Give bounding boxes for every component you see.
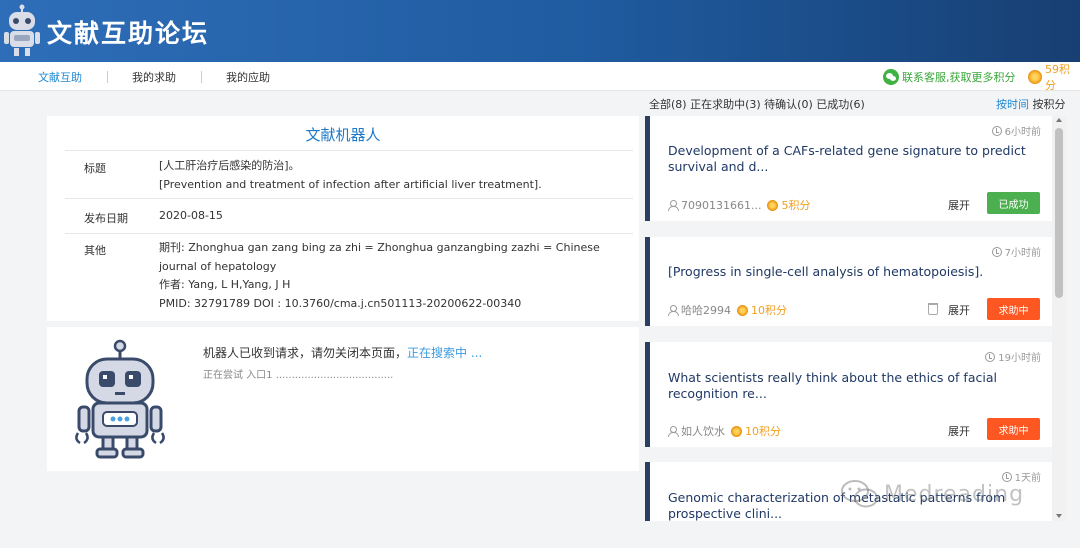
trash-icon[interactable] (928, 303, 938, 315)
wechat-watermark-icon (841, 480, 878, 508)
list-scrollbar[interactable] (1052, 116, 1066, 521)
watermark-text: Medreading (884, 481, 1025, 507)
sort-options: 按时间 按积分 (996, 96, 1066, 112)
nav-tab-literature-help[interactable]: 文献互助 (38, 69, 82, 85)
divider (65, 150, 633, 151)
robot-status-card: 机器人已收到请求，请勿关闭本页面，正在搜索中 ... 正在尝试 入口1 ....… (47, 327, 639, 471)
request-time: 6小时前 (991, 123, 1041, 138)
pmid-doi-line: PMID: 32791789 DOI : 10.3760/cma.j.cn501… (159, 296, 522, 310)
coin-icon (767, 199, 779, 211)
title-en: [Prevention and treatment of infection a… (159, 177, 542, 191)
status-button-pending[interactable]: 求助中 (987, 418, 1040, 440)
request-points: 10积分 (731, 423, 781, 439)
contact-support-label: 联系客服,获取更多积分 (902, 70, 1016, 84)
scroll-thumb[interactable] (1055, 128, 1063, 298)
header-bar: 文献互助论坛 (0, 0, 1080, 62)
request-title[interactable]: [Progress in single-cell analysis of hem… (668, 264, 1040, 280)
other-label: 其他 (84, 244, 106, 257)
scroll-up-arrow-icon[interactable] (1056, 118, 1062, 122)
user-points-label: 59积分 (1045, 62, 1070, 92)
title-value: [人工肝治疗后感染的防治]。 [Prevention and treatment… (159, 157, 619, 194)
sort-by-points-link[interactable]: 按积分 (1033, 98, 1066, 111)
nav-bar: 文献互助 我的求助 我的应助 联系客服,获取更多积分 59积分 (0, 62, 1080, 92)
user-icon (668, 425, 679, 437)
request-user: 如人饮水 10积分 (668, 423, 781, 439)
status-button-success[interactable]: 已成功 (987, 192, 1040, 214)
expand-link[interactable]: 展开 (948, 302, 970, 318)
robot-progress-text: 正在尝试 入口1 ...............................… (203, 370, 394, 381)
request-card[interactable]: 7小时前 [Progress in single-cell analysis o… (645, 237, 1053, 326)
request-filter-summary[interactable]: 全部(8) 正在求助中(3) 待确认(0) 已成功(6) (649, 96, 865, 112)
robot-message-text: 机器人已收到请求，请勿关闭本页面， (203, 346, 408, 360)
watermark: Medreading (840, 474, 1024, 514)
scroll-down-arrow-icon[interactable] (1056, 514, 1062, 518)
user-icon (668, 304, 679, 316)
contact-support-link[interactable]: 联系客服,获取更多积分 (883, 68, 1016, 85)
expand-link[interactable]: 展开 (948, 423, 970, 439)
searching-status: 正在搜索中 ... (407, 346, 483, 360)
request-card[interactable]: 6小时前 Development of a CAFs-related gene … (645, 116, 1053, 221)
document-heading: 文献机器人 (305, 126, 381, 144)
nav-tab-my-responses[interactable]: 我的应助 (226, 69, 270, 85)
publish-date-value: 2020-08-15 (159, 209, 223, 222)
coin-icon (731, 425, 742, 437)
divider (65, 233, 633, 234)
wechat-icon (883, 68, 899, 85)
request-points: 10积分 (737, 302, 787, 318)
request-card[interactable]: 19小时前 What scientists really think about… (645, 342, 1053, 447)
user-points: 59积分 (1028, 63, 1080, 92)
publish-date-label: 发布日期 (84, 212, 128, 225)
request-points: 5积分 (767, 197, 810, 213)
nav-divider (201, 71, 202, 83)
user-icon (668, 199, 679, 211)
divider (65, 198, 633, 199)
robot-message: 机器人已收到请求，请勿关闭本页面，正在搜索中 ... (203, 344, 482, 361)
robot-logo-icon (4, 4, 40, 56)
coin-icon (737, 304, 748, 316)
authors-line: 作者: Yang, L H,Yang, J H (159, 278, 291, 291)
site-title: 文献互助论坛 (47, 19, 210, 48)
request-time: 7小时前 (991, 244, 1041, 259)
sort-by-time-link[interactable]: 按时间 (996, 98, 1029, 111)
request-time: 19小时前 (985, 349, 1041, 364)
journal-line-2: journal of hepatology (159, 259, 277, 273)
request-user: 7090131661... 5积分 (668, 197, 810, 213)
coin-icon (1028, 69, 1042, 84)
journal-line: 期刊: Zhonghua gan zang bing za zhi = Zhon… (159, 241, 600, 254)
document-card: 文献机器人 标题 [人工肝治疗后感染的防治]。 [Prevention and … (47, 116, 639, 321)
clock-icon (991, 125, 1002, 136)
other-value: 期刊: Zhonghua gan zang bing za zhi = Zhon… (159, 239, 619, 313)
request-title[interactable]: What scientists really think about the e… (668, 370, 1040, 402)
nav-divider (107, 71, 108, 83)
request-user: 哈哈2994 10积分 (668, 302, 787, 318)
nav-tab-my-requests[interactable]: 我的求助 (132, 69, 176, 85)
clock-icon (985, 351, 996, 362)
request-list: 6小时前 Development of a CAFs-related gene … (645, 116, 1068, 521)
clock-icon (991, 246, 1002, 257)
robot-illustration-icon (75, 339, 165, 459)
request-title[interactable]: Development of a CAFs-related gene signa… (668, 143, 1040, 175)
expand-link[interactable]: 展开 (948, 197, 970, 213)
title-zh: [人工肝治疗后感染的防治]。 (159, 159, 300, 172)
status-button-pending[interactable]: 求助中 (987, 298, 1040, 320)
title-label: 标题 (84, 162, 106, 175)
